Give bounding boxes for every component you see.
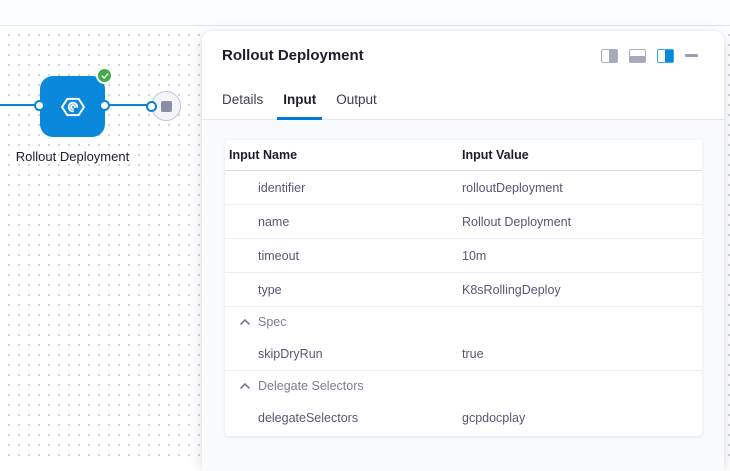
input-name: identifier — [225, 181, 462, 195]
input-name: delegateSelectors — [225, 411, 462, 425]
k8s-rolling-deploy-icon — [61, 95, 85, 119]
panel-window-controls — [601, 49, 698, 63]
incoming-edge — [0, 104, 37, 106]
tab-input[interactable]: Input — [277, 92, 322, 119]
input-name: timeout — [225, 249, 462, 263]
group-label: Spec — [258, 315, 287, 329]
table-row: skipDryRun true — [225, 337, 702, 371]
outgoing-edge — [107, 104, 149, 106]
step-node-rollout-deployment[interactable] — [40, 76, 105, 137]
input-value: gcpdocplay — [462, 411, 702, 425]
group-label: Delegate Selectors — [258, 379, 364, 393]
table-row: timeout 10m — [225, 239, 702, 273]
input-name: type — [225, 283, 462, 297]
input-value: rolloutDeployment — [462, 181, 702, 195]
node-input-port[interactable] — [34, 100, 45, 111]
input-table: Input Name Input Value identifier rollou… — [225, 140, 702, 436]
input-value: 10m — [462, 249, 702, 263]
input-name: skipDryRun — [225, 347, 462, 361]
table-row: delegateSelectors gcpdocplay — [225, 401, 702, 434]
stop-square-icon — [161, 101, 172, 112]
dock-split-icon[interactable] — [601, 49, 618, 63]
table-row: name Rollout Deployment — [225, 205, 702, 239]
table-row: type K8sRollingDeploy — [225, 273, 702, 307]
chevron-up-icon — [240, 383, 250, 389]
end-node-input-port[interactable] — [146, 101, 157, 112]
dock-right-icon[interactable] — [657, 49, 674, 63]
panel-body: Input Name Input Value identifier rollou… — [202, 120, 724, 471]
step-details-panel: Rollout Deployment Details Input Output … — [202, 31, 724, 471]
table-row: identifier rolloutDeployment — [225, 171, 702, 205]
group-toggle-spec[interactable]: Spec — [225, 307, 702, 337]
chevron-up-icon — [240, 319, 250, 325]
tab-output[interactable]: Output — [330, 92, 383, 119]
panel-header: Rollout Deployment — [202, 31, 724, 64]
minimize-icon[interactable] — [685, 54, 698, 57]
column-header-input-value: Input Value — [462, 148, 702, 162]
tab-details[interactable]: Details — [216, 92, 269, 119]
column-header-input-name: Input Name — [225, 148, 462, 162]
success-check-icon — [96, 67, 113, 84]
dock-bottom-icon[interactable] — [629, 49, 646, 63]
group-toggle-delegate-selectors[interactable]: Delegate Selectors — [225, 371, 702, 401]
input-value: Rollout Deployment — [462, 215, 702, 229]
input-value: K8sRollingDeploy — [462, 283, 702, 297]
top-toolbar-strip — [0, 0, 730, 26]
panel-title: Rollout Deployment — [222, 47, 364, 64]
panel-tab-bar: Details Input Output — [202, 82, 724, 120]
node-output-port[interactable] — [99, 100, 110, 111]
table-header-row: Input Name Input Value — [225, 140, 702, 171]
input-name: name — [225, 215, 462, 229]
node-label: Rollout Deployment — [7, 146, 138, 167]
input-value: true — [462, 347, 702, 361]
